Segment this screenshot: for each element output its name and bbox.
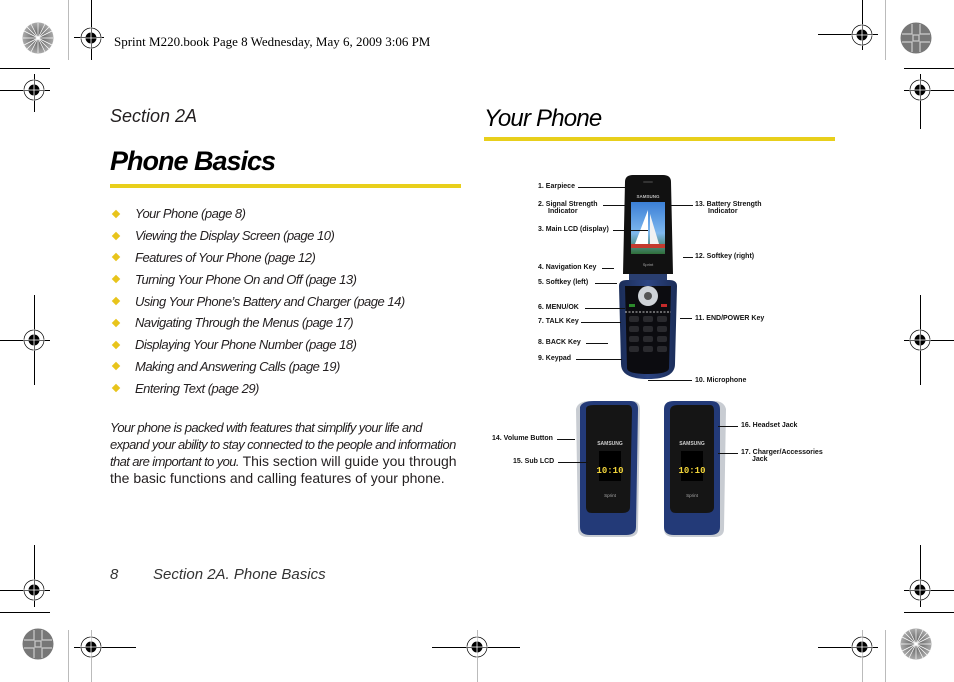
page-number: 8 — [110, 566, 119, 583]
callout-signal-strength-2: Indicator — [548, 208, 578, 215]
callout-headset-jack: 16. Headset Jack — [741, 422, 798, 429]
diamond-bullet-icon — [111, 318, 121, 328]
callout-microphone: 10. Microphone — [695, 377, 747, 384]
registration-mark-icon — [909, 579, 931, 601]
toc-item[interactable]: Using Your Phone’s Battery and Charger (… — [110, 290, 405, 312]
callout-signal-strength: 2. Signal Strength — [538, 201, 598, 208]
svg-text:Sprint: Sprint — [686, 493, 699, 498]
toc-item[interactable]: Viewing the Display Screen (page 10) — [110, 225, 405, 247]
running-title: Section 2A. Phone Basics — [153, 566, 326, 583]
svg-text:10:10: 10:10 — [596, 466, 623, 476]
callout-end-power-key: 11. END/POWER Key — [695, 315, 765, 322]
registration-mark-icon — [23, 79, 45, 101]
your-phone-underline — [484, 137, 835, 141]
registration-mark-icon — [909, 329, 931, 351]
brand-logo: SAMSUNG — [636, 194, 660, 199]
registration-mark-icon — [466, 636, 488, 658]
callout-volume-button: 14. Volume Button — [492, 435, 553, 442]
callout-main-lcd: 3. Main LCD (display) — [538, 226, 609, 233]
toc-item[interactable]: Features of Your Phone (page 12) — [110, 247, 405, 269]
callout-softkey-left: 5. Softkey (left) — [538, 279, 589, 286]
callout-charger-jack: 17. Charger/Accessories — [741, 449, 823, 456]
toc-item[interactable]: Entering Text (page 29) — [110, 377, 405, 399]
diamond-bullet-icon — [111, 340, 121, 349]
callout-charger-jack-2: Jack — [752, 456, 768, 463]
page-title: Phone Basics — [110, 146, 276, 176]
diamond-bullet-icon — [111, 253, 121, 262]
svg-text:SAMSUNG: SAMSUNG — [597, 441, 623, 447]
page-footer: 8 Section 2A. Phone Basics — [110, 566, 326, 583]
toc-item[interactable]: Displaying Your Phone Number (page 18) — [110, 334, 405, 356]
title-underline — [110, 184, 461, 188]
callout-battery-strength: 13. Battery Strength — [695, 201, 762, 208]
diamond-bullet-icon — [111, 296, 121, 306]
toc-item[interactable]: Navigating Through the Menus (page 17) — [110, 312, 405, 334]
print-slug-line: Sprint M220.book Page 8 Wednesday, May 6… — [114, 34, 431, 49]
svg-text:Sprint: Sprint — [604, 493, 617, 498]
callout-earpiece: 1. Earpiece — [538, 183, 575, 190]
earpiece — [643, 181, 653, 183]
registration-mark-icon — [851, 24, 873, 46]
diamond-bullet-icon — [111, 209, 121, 219]
closed-phone-right-illustration: SAMSUNG 10:10 Sprint — [664, 401, 726, 537]
registration-mark-icon — [851, 636, 873, 658]
callout-battery-strength-2: Indicator — [708, 208, 738, 215]
menu-ok-key — [644, 292, 652, 300]
registration-mark-icon — [80, 636, 102, 658]
color-bar-rosette-icon — [22, 628, 54, 660]
callout-back-key: 8. BACK Key — [538, 339, 581, 346]
callout-softkey-right: 12. Softkey (right) — [695, 253, 755, 260]
intro-paragraph: Your phone is packed with features that … — [110, 419, 460, 487]
closed-phone-left-illustration: SAMSUNG 10:10 Sprint — [576, 401, 640, 537]
color-bar-rosette-icon — [900, 628, 932, 660]
talk-key — [629, 304, 635, 307]
diamond-bullet-icon — [111, 384, 121, 393]
end-power-key — [661, 304, 667, 307]
callout-navigation-key: 4. Navigation Key — [538, 264, 597, 271]
section-label: Section 2A — [110, 106, 198, 126]
section-toc-list: Your Phone (page 8) Viewing the Display … — [110, 203, 405, 399]
svg-text:SAMSUNG: SAMSUNG — [679, 441, 705, 447]
registration-mark-icon — [80, 27, 102, 49]
registration-mark-icon — [23, 579, 45, 601]
toc-item[interactable]: Your Phone (page 8) — [110, 203, 405, 225]
callout-menu-ok: 6. MENU/OK — [538, 304, 579, 311]
registration-mark-icon — [909, 79, 931, 101]
toc-item[interactable]: Turning Your Phone On and Off (page 13) — [110, 268, 405, 290]
toc-item[interactable]: Making and Answering Calls (page 19) — [110, 356, 405, 378]
callout-keypad: 9. Keypad — [538, 355, 572, 362]
callout-sub-lcd: 15. Sub LCD — [513, 458, 555, 465]
carrier-logo: Sprint — [643, 262, 654, 267]
callout-talk-key: 7. TALK Key — [538, 318, 579, 325]
diamond-bullet-icon — [111, 362, 121, 371]
your-phone-title: Your Phone — [484, 105, 602, 132]
diamond-bullet-icon — [111, 275, 121, 284]
svg-text:10:10: 10:10 — [678, 466, 705, 476]
color-bar-rosette-icon — [900, 22, 932, 54]
color-bar-rosette-icon — [22, 22, 54, 54]
diamond-bullet-icon — [111, 231, 121, 240]
registration-mark-icon — [23, 329, 45, 351]
